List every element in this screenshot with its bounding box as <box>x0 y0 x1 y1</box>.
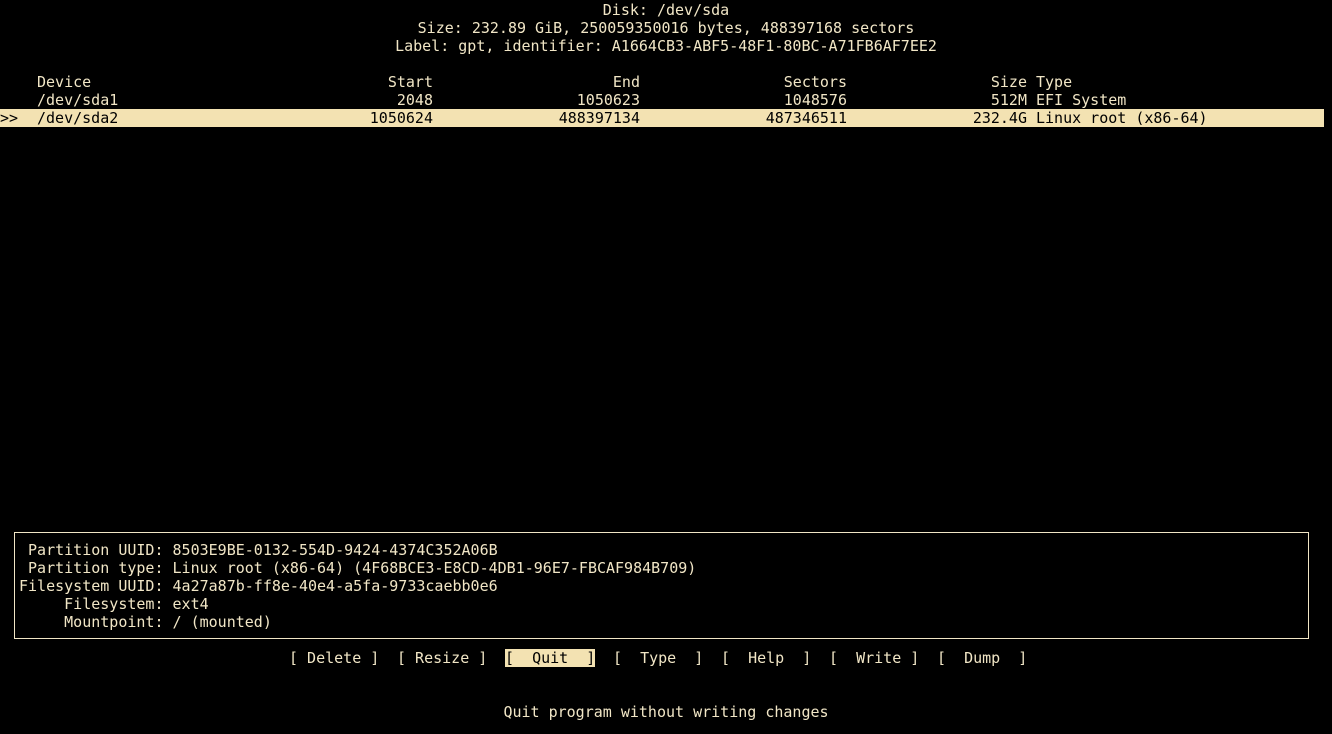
row-size: 512M <box>990 91 1027 109</box>
row-marker: >> <box>0 109 19 127</box>
info-partition-uuid: Partition UUID: 8503E9BE-0132-554D-9424-… <box>19 541 498 559</box>
row-end: 488397134 <box>558 109 640 127</box>
row-end: 1050623 <box>576 91 640 109</box>
info-mountpoint: Mountpoint: / (mounted) <box>19 613 272 631</box>
quit-button[interactable]: [ Quit ] <box>505 649 596 667</box>
column-sectors: Sectors <box>783 73 847 91</box>
info-partition-type: Partition type: Linux root (x86-64) (4F6… <box>19 559 697 577</box>
row-type: EFI System <box>1036 91 1127 109</box>
column-device: Device <box>37 73 92 91</box>
dump-button[interactable]: [ Dump ] <box>937 649 1027 667</box>
table-row-selected[interactable]: >> /dev/sda2 1050624 488397134 487346511… <box>0 109 1324 127</box>
row-type: Linux root (x86-64) <box>1036 109 1208 127</box>
table-header: Device Start End Sectors Size Type <box>0 73 1332 91</box>
row-device: /dev/sda1 <box>37 91 119 109</box>
row-sectors: 487346511 <box>765 109 847 127</box>
column-end: End <box>612 73 640 91</box>
table-row[interactable]: /dev/sda1 2048 1050623 1048576 512M EFI … <box>0 91 1332 109</box>
resize-button[interactable]: [ Resize ] <box>397 649 487 667</box>
delete-button[interactable]: [ Delete ] <box>289 649 379 667</box>
column-type: Type <box>1036 73 1073 91</box>
partition-info-box: Partition UUID: 8503E9BE-0132-554D-9424-… <box>14 532 1309 639</box>
row-sectors: 1048576 <box>783 91 847 109</box>
info-filesystem: Filesystem: ext4 <box>19 595 209 613</box>
write-button[interactable]: [ Write ] <box>829 649 919 667</box>
status-hint: Quit program without writing changes <box>503 703 829 721</box>
row-device: /dev/sda2 <box>37 109 119 127</box>
column-size: Size <box>990 73 1027 91</box>
action-menu: [ Delete ] [ Resize ] [ Quit ] [ Type ] … <box>0 649 1332 667</box>
disk-size: Size: 232.89 GiB, 250059350016 bytes, 48… <box>417 19 915 37</box>
disk-label: Label: gpt, identifier: A1664CB3-ABF5-48… <box>395 37 937 55</box>
row-size: 232.4G <box>972 109 1027 127</box>
info-filesystem-uuid: Filesystem UUID: 4a27a87b-ff8e-40e4-a5fa… <box>19 577 498 595</box>
column-start: Start <box>387 73 433 91</box>
disk-title: Disk: /dev/sda <box>602 1 730 19</box>
row-start: 1050624 <box>369 109 433 127</box>
help-button[interactable]: [ Help ] <box>721 649 811 667</box>
type-button[interactable]: [ Type ] <box>613 649 703 667</box>
row-start: 2048 <box>396 91 433 109</box>
